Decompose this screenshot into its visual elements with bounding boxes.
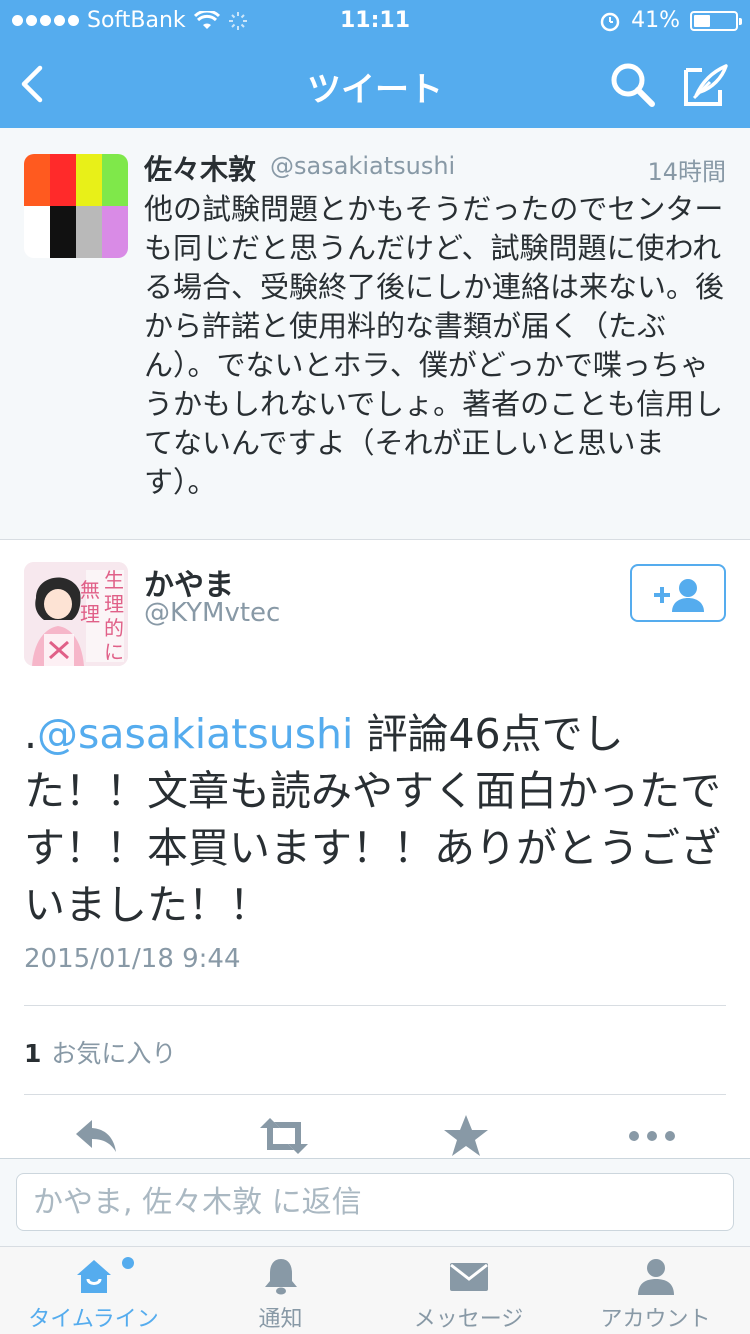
bell-icon (265, 1259, 297, 1295)
tab-timeline[interactable]: タイムライン (0, 1247, 187, 1334)
tab-label: タイムライン (28, 1307, 159, 1332)
header: SoftBank 11:11 41% ツイート (0, 0, 750, 128)
fav-label: お気に入り (51, 1039, 177, 1068)
tab-notifications[interactable]: 通知 (187, 1247, 374, 1334)
avatar-caption-left: 無理 (80, 578, 100, 626)
retweet-icon[interactable] (256, 1112, 312, 1160)
favorite-star-icon[interactable] (442, 1112, 490, 1160)
tweet-timestamp: 14時間 (647, 158, 726, 186)
tweet-author-handle: @sasakiatsushi (270, 152, 456, 180)
parent-tweet[interactable]: 佐々木敦 @sasakiatsushi 14時間 他の試験問題とかもそうだったの… (0, 128, 750, 540)
mention-link[interactable]: @sasakiatsushi (37, 710, 353, 758)
tab-label: アカウント (600, 1307, 711, 1332)
tab-messages[interactable]: メッセージ (375, 1247, 562, 1334)
reply-input[interactable] (16, 1173, 734, 1231)
search-button[interactable] (608, 60, 658, 110)
nav-bar: ツイート (0, 40, 750, 128)
tweet-date: 2015/01/18 9:44 (24, 944, 241, 974)
compose-button[interactable] (680, 60, 730, 110)
tab-label: 通知 (258, 1307, 303, 1332)
person-icon (638, 1259, 674, 1295)
favorites-count[interactable]: 1 お気に入り (24, 1034, 176, 1070)
tweet-text: .@sasakiatsushi 評論46点でした！！文章も読みやすく面白かったで… (24, 706, 724, 934)
fav-count: 1 (24, 1039, 42, 1068)
alarm-icon (600, 12, 620, 31)
avatar[interactable] (24, 154, 128, 258)
tweet-text-prefix: . (24, 710, 38, 758)
tab-account[interactable]: アカウント (562, 1247, 749, 1334)
tweet-text: 他の試験問題とかもそうだったのでセンターも同じだと思うんだけど、試験問題に使われ… (144, 192, 725, 499)
divider (24, 1094, 726, 1095)
home-icon (77, 1260, 111, 1293)
envelope-icon (450, 1263, 488, 1291)
tab-label: メッセージ (413, 1307, 524, 1332)
tweet-author-handle: @KYMvtec (144, 598, 281, 628)
reply-bar (0, 1158, 750, 1246)
more-options-icon[interactable] (626, 1112, 678, 1160)
add-user-icon (654, 579, 704, 612)
battery-icon (690, 10, 742, 31)
avatar-caption-right: 生理的に (104, 568, 124, 664)
tweet-actions (0, 1112, 750, 1160)
avatar[interactable]: 無理 生理的に (24, 562, 128, 666)
unread-dot (122, 1257, 134, 1269)
reply-icon[interactable] (72, 1112, 120, 1160)
tab-bar: タイムライン 通知 メッセージ アカウント (0, 1246, 750, 1334)
tweet-detail-screen: SoftBank 11:11 41% ツイート 佐々木敦 @sasakiatsu… (0, 0, 750, 1334)
tweet-author-name[interactable]: 佐々木敦 (144, 148, 256, 188)
follow-button[interactable] (630, 564, 726, 622)
battery-percent: 41% (631, 8, 680, 33)
divider (24, 1005, 726, 1006)
status-bar: SoftBank 11:11 41% (0, 0, 750, 40)
